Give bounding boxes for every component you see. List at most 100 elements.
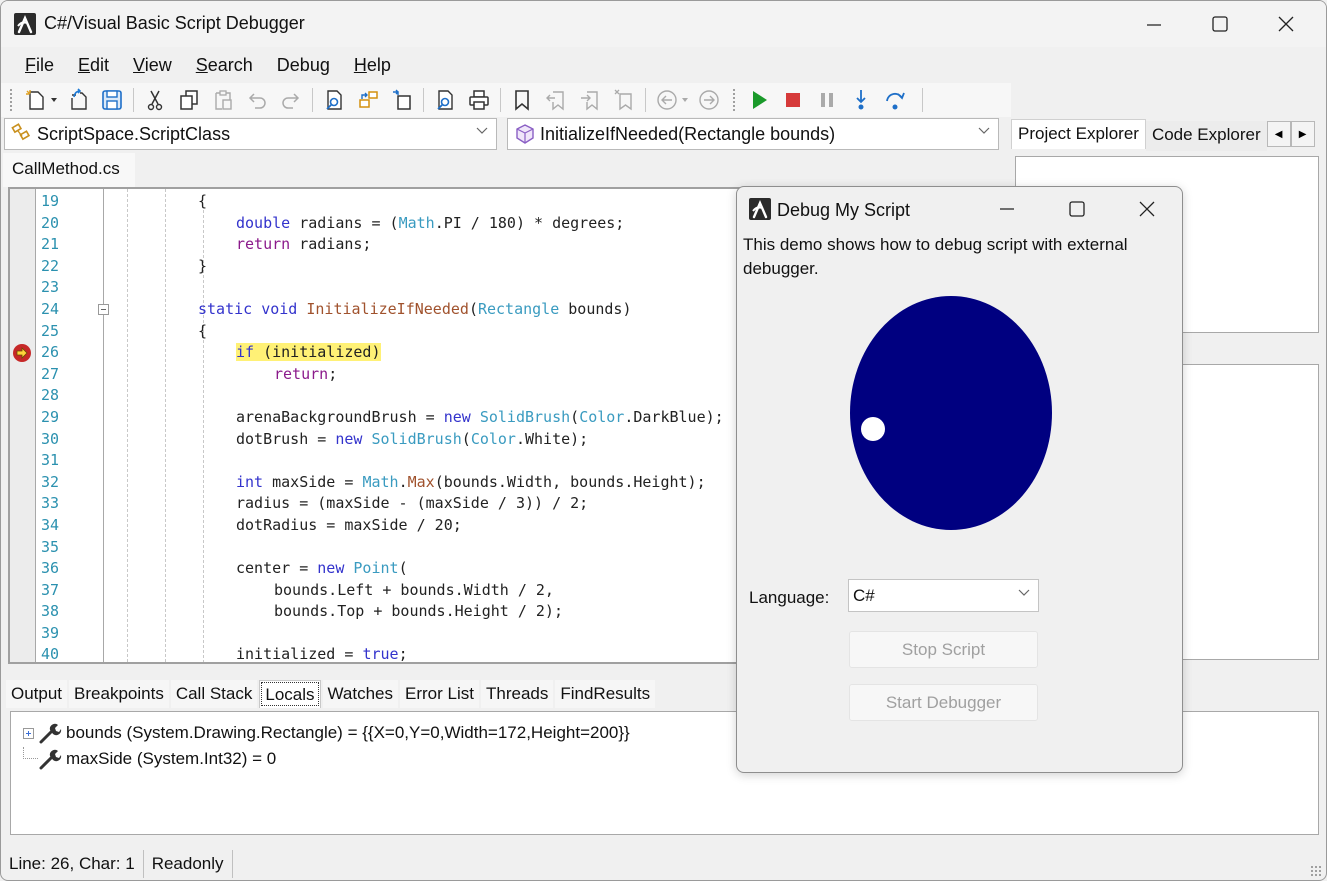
menu-search[interactable]: Search — [184, 51, 265, 81]
start-debugger-button[interactable]: Start Debugger — [849, 684, 1038, 721]
navigate-forward-button[interactable] — [694, 85, 724, 115]
previous-bookmark-button[interactable] — [541, 85, 571, 115]
toolbar-separator — [312, 88, 313, 112]
line-number: 30 — [41, 429, 60, 448]
local-variable-row[interactable]: bounds (System.Drawing.Rectangle) = {{X=… — [23, 721, 630, 745]
code-text: dotRadius = maxSide / 20; — [236, 515, 462, 534]
code-text: radius = (maxSide - (maxSide / 3)) / 2; — [236, 494, 589, 513]
tab-error-list[interactable]: Error List — [400, 680, 479, 708]
arena-ellipse — [850, 296, 1052, 530]
tabs-scroll-left-button[interactable]: ◀ — [1266, 121, 1291, 147]
dialog-maximize-button[interactable] — [1042, 187, 1112, 231]
project-button[interactable] — [353, 85, 383, 115]
code-text: static void InitializeIfNeeded(Rectangle… — [198, 299, 632, 318]
tab-breakpoints[interactable]: Breakpoints — [69, 680, 169, 708]
resize-grip[interactable] — [1310, 865, 1322, 877]
menu-debug[interactable]: Debug — [265, 51, 342, 81]
tab-call-stack[interactable]: Call Stack — [170, 680, 258, 708]
line-number: 33 — [41, 494, 60, 513]
pause-icon — [821, 93, 833, 107]
project-folders-icon — [359, 91, 378, 108]
start-button[interactable] — [744, 85, 774, 115]
new-file-dropdown[interactable] — [49, 85, 59, 115]
undo-button[interactable] — [242, 85, 272, 115]
toolbar-grip[interactable] — [732, 88, 736, 112]
menu-edit[interactable]: Edit — [66, 51, 121, 81]
tab-threads[interactable]: Threads — [480, 680, 554, 708]
maximize-button[interactable] — [1187, 1, 1253, 47]
dialog-close-button[interactable] — [1112, 187, 1182, 231]
line-number: 35 — [41, 537, 60, 556]
debug-my-script-dialog: Debug My Script This demo shows how to d… — [736, 186, 1183, 773]
tab-watches[interactable]: Watches — [322, 680, 399, 708]
tree-connector — [23, 747, 38, 759]
dropdown-arrow-icon — [51, 98, 57, 102]
document-tab-callmethod[interactable]: CallMethod.cs — [3, 153, 135, 187]
cut-button[interactable] — [140, 85, 170, 115]
title-bar: C#/Visual Basic Script Debugger — [1, 1, 1326, 47]
step-over-button[interactable] — [880, 85, 910, 115]
play-icon — [753, 91, 767, 109]
line-number: 37 — [41, 580, 60, 599]
status-bar: Line: 26, Char: 1 Readonly — [1, 847, 1326, 880]
line-number: 22 — [41, 256, 60, 275]
method-icon — [516, 124, 534, 144]
line-number: 19 — [41, 192, 60, 210]
minimize-button[interactable] — [1121, 1, 1187, 47]
expand-icon[interactable] — [23, 727, 34, 739]
copy-button[interactable] — [174, 85, 204, 115]
menu-view[interactable]: View — [121, 51, 184, 81]
paste-button[interactable] — [208, 85, 238, 115]
add-item-button[interactable] — [387, 85, 417, 115]
line-number: 31 — [41, 451, 60, 470]
navigate-back-dropdown[interactable] — [680, 85, 690, 115]
step-into-button[interactable] — [846, 85, 876, 115]
app-logo-icon — [14, 13, 36, 35]
close-button[interactable] — [1253, 1, 1319, 47]
stop-script-button[interactable]: Stop Script — [849, 631, 1038, 668]
breakpoint-current-line-icon[interactable] — [13, 344, 31, 363]
tabs-scroll-right-button[interactable]: ▶ — [1290, 121, 1315, 147]
toggle-bookmark-button[interactable] — [507, 85, 537, 115]
dialog-minimize-button[interactable] — [972, 187, 1042, 231]
tab-output[interactable]: Output — [6, 680, 68, 708]
redo-button[interactable] — [276, 85, 306, 115]
stop-icon — [786, 93, 800, 107]
code-text: arenaBackgroundBrush = new SolidBrush(Co… — [236, 407, 724, 426]
tab-code-explorer[interactable]: Code Explorer — [1145, 121, 1267, 151]
menu-file[interactable]: File — [13, 51, 66, 81]
step-over-icon — [886, 92, 905, 110]
toolbar-separator — [500, 88, 501, 112]
open-button[interactable] — [63, 85, 93, 115]
code-text: dotBrush = new SolidBrush(Color.White); — [236, 429, 589, 448]
clear-bookmarks-icon — [614, 89, 632, 111]
dialog-description: This demo shows how to debug script with… — [743, 235, 1128, 278]
local-variable-row[interactable]: maxSide (System.Int32) = 0 — [23, 747, 276, 771]
find-in-files-button[interactable] — [430, 85, 460, 115]
toolbar-grip[interactable] — [9, 88, 13, 112]
member-selector[interactable]: InitializeIfNeeded(Rectangle bounds) — [507, 118, 999, 150]
window-title: C#/Visual Basic Script Debugger — [44, 13, 305, 33]
save-button[interactable] — [97, 85, 127, 115]
menu-help[interactable]: Help — [342, 51, 403, 81]
new-file-button[interactable] — [21, 85, 51, 115]
class-selector[interactable]: ScriptSpace.ScriptClass — [4, 118, 497, 150]
language-select[interactable]: C# — [848, 579, 1039, 612]
bottom-panel-tabs: Output Breakpoints Call Stack Locals Wat… — [6, 680, 657, 710]
menu-bar: File Edit View Search Debug Help — [1, 51, 1326, 81]
open-file-icon — [71, 88, 87, 110]
tab-project-explorer[interactable]: Project Explorer — [1011, 119, 1146, 149]
clear-bookmarks-button[interactable] — [609, 85, 639, 115]
stop-button[interactable] — [778, 85, 808, 115]
tab-locals[interactable]: Locals — [259, 680, 321, 708]
fold-collapse-icon[interactable] — [98, 303, 109, 315]
add-item-icon — [393, 89, 411, 110]
tab-find-results[interactable]: FindResults — [555, 680, 656, 708]
print-button[interactable] — [464, 85, 494, 115]
navigate-back-button[interactable] — [652, 85, 682, 115]
toolbar-separator — [423, 88, 424, 112]
find-button[interactable] — [319, 85, 349, 115]
pause-button[interactable] — [812, 85, 842, 115]
next-bookmark-button[interactable] — [575, 85, 605, 115]
code-text: { — [198, 192, 208, 210]
